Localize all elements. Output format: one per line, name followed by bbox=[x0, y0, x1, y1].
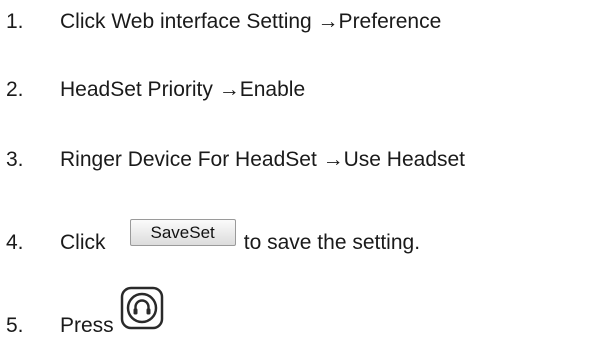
headset-key-icon-graphic bbox=[120, 286, 163, 330]
step-prefix: Press bbox=[60, 314, 114, 337]
saveset-button[interactable]: SaveSet bbox=[129, 219, 236, 246]
step-text: Ringer Device For HeadSet →Use Headset bbox=[60, 148, 466, 171]
step-text: Press bbox=[60, 286, 164, 358]
step-text: HeadSet Priority →Enable bbox=[60, 78, 306, 101]
step-suffix: to save the setting. bbox=[243, 231, 421, 254]
step-number: 5. bbox=[6, 314, 24, 337]
step-number: 3. bbox=[6, 148, 24, 171]
step-text: Click Web interface Setting →Preference bbox=[60, 10, 442, 33]
step-number: 2. bbox=[6, 78, 24, 101]
step-text: Click SaveSet to save the setting. bbox=[60, 219, 421, 258]
step-number: 1. bbox=[6, 10, 24, 33]
headset-key-icon[interactable] bbox=[120, 286, 164, 330]
step-number: 4. bbox=[6, 231, 24, 254]
step-prefix: Click bbox=[60, 231, 106, 254]
